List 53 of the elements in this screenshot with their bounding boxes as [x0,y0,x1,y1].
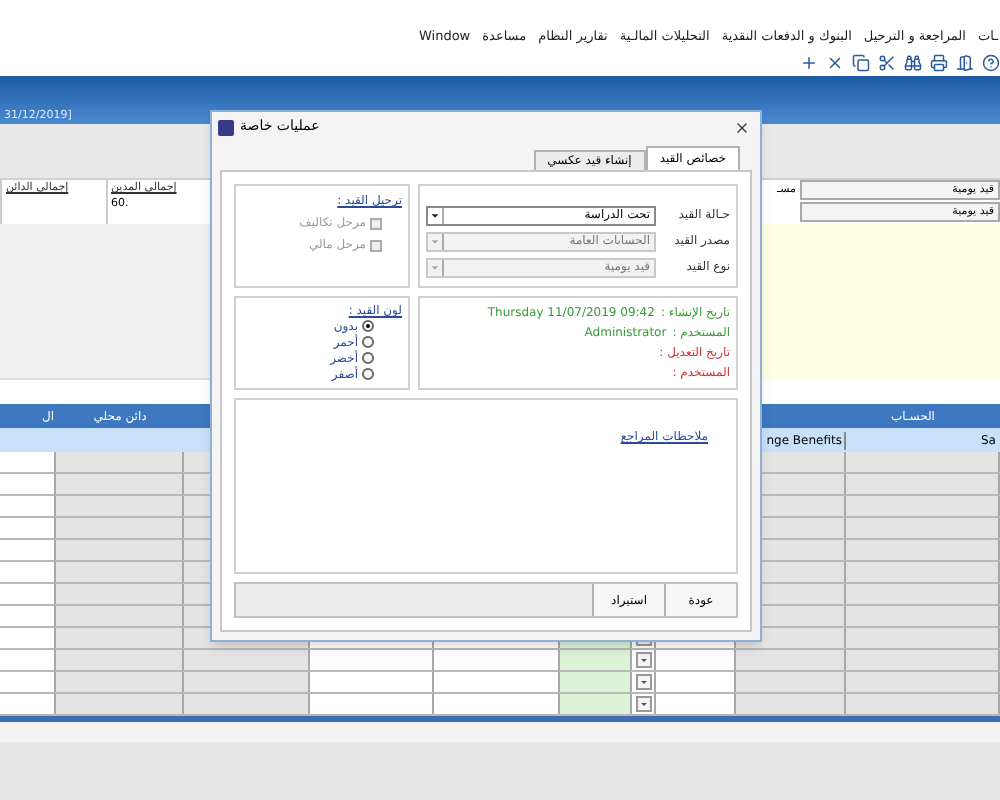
dropdown-arrow-icon [428,233,444,249]
table-cell[interactable] [846,496,1000,516]
table-cell[interactable] [56,518,184,538]
table-cell[interactable] [560,672,632,692]
table-cell[interactable] [560,694,632,714]
plus-icon[interactable] [800,54,818,72]
close-icon[interactable] [734,119,750,135]
table-cell[interactable] [736,672,846,692]
app-icon [218,119,234,135]
scissors-icon[interactable] [878,54,896,72]
table-cell[interactable] [56,562,184,582]
table-cell[interactable] [184,672,310,692]
radio-button[interactable] [362,336,374,348]
table-cell[interactable] [184,694,310,714]
table-cell[interactable] [632,694,656,714]
table-cell[interactable] [736,650,846,670]
table-cell[interactable] [632,672,656,692]
table-cell[interactable] [846,694,1000,714]
table-cell[interactable] [56,474,184,494]
radio-button[interactable] [362,320,374,332]
table-cell[interactable] [56,452,184,472]
table-cell[interactable] [846,650,1000,670]
dropdown-arrow-icon [428,207,444,223]
radio-button[interactable] [362,368,374,380]
table-cell[interactable] [56,606,184,626]
table-cell[interactable] [846,584,1000,604]
dropdown-arrow-icon [428,259,444,275]
table-cell[interactable] [846,540,1000,560]
table-cell[interactable] [846,562,1000,582]
table-cell[interactable] [184,650,310,670]
table-cell[interactable] [56,628,184,648]
table-cell[interactable] [632,650,656,670]
table-cell[interactable] [56,672,184,692]
table-cell[interactable] [56,694,184,714]
table-cell[interactable] [56,496,184,516]
table-cell[interactable] [846,606,1000,626]
table-cell[interactable] [56,584,184,604]
table-cell[interactable] [560,650,632,670]
binoculars-icon[interactable] [904,54,922,72]
table-cell[interactable] [846,474,1000,494]
table-cell[interactable] [846,452,1000,472]
copy-icon[interactable] [852,54,870,72]
table-cell[interactable] [846,518,1000,538]
table-cell[interactable] [846,628,1000,648]
table-cell[interactable] [736,694,846,714]
table-cell[interactable] [846,672,1000,692]
printer-icon[interactable] [930,54,948,72]
table-cell[interactable] [56,540,184,560]
table-cell[interactable] [56,650,184,670]
door-icon[interactable] [956,54,974,72]
close-icon[interactable] [826,54,844,72]
help-icon[interactable] [982,54,1000,72]
radio-button[interactable] [362,352,374,364]
